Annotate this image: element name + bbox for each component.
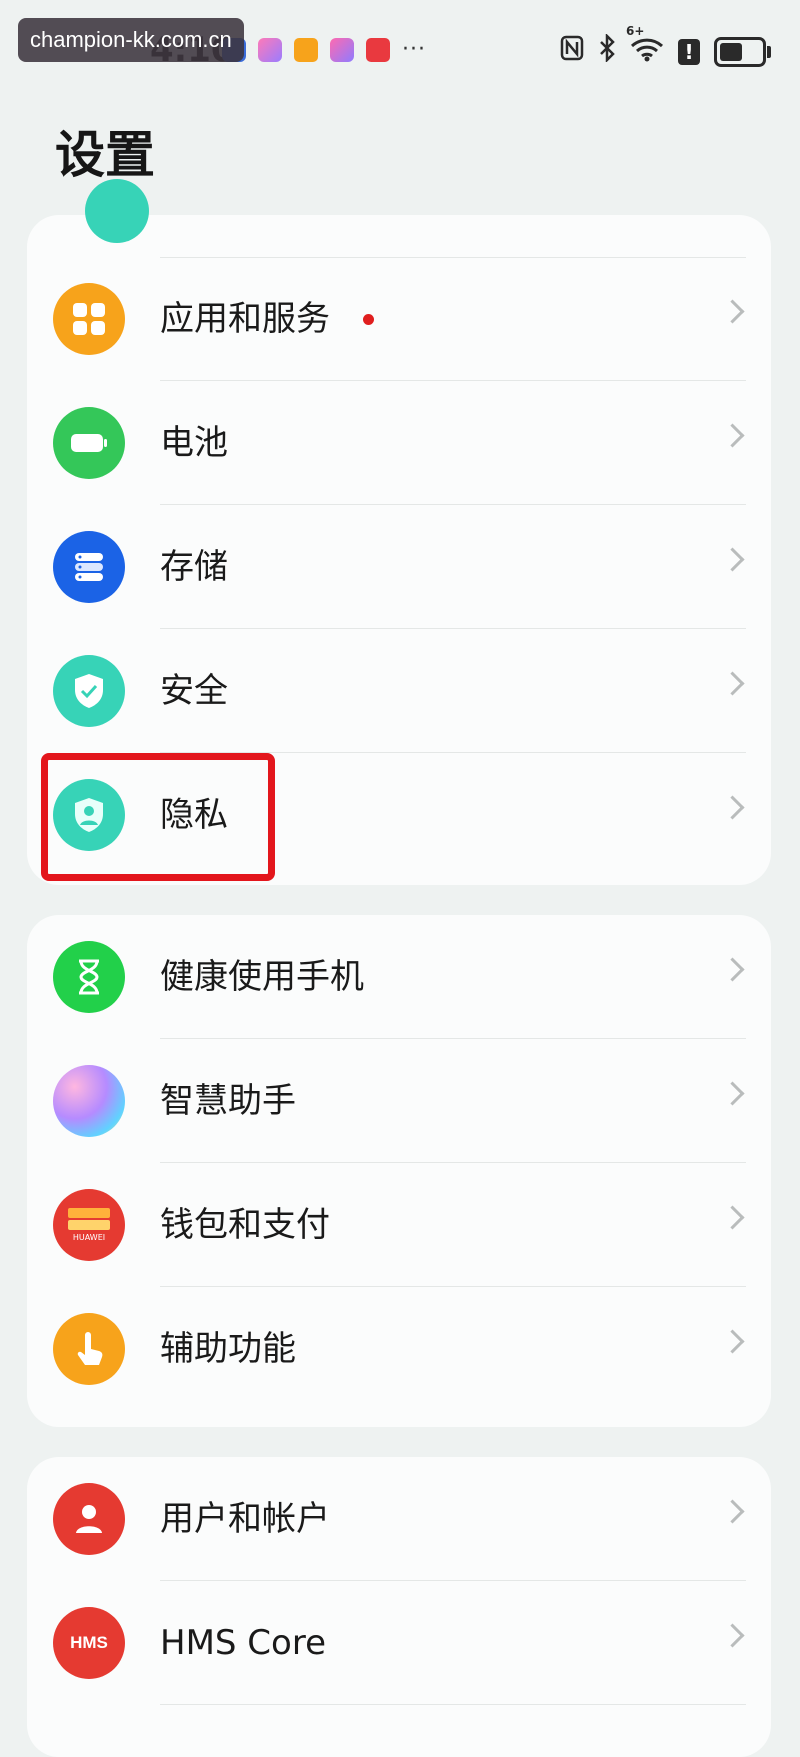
settings-item-apps-services[interactable]: 应用和服务 xyxy=(27,257,771,381)
hourglass-icon xyxy=(53,941,125,1013)
settings-item-wallet[interactable]: HUAWEI 钱包和支付 xyxy=(27,1163,771,1287)
chevron-right-icon xyxy=(720,795,745,820)
user-icon xyxy=(53,1483,125,1555)
storage-icon xyxy=(53,531,125,603)
settings-item-hms-core[interactable]: HMS HMS Core xyxy=(27,1581,771,1705)
hms-icon: HMS xyxy=(53,1607,125,1679)
notification-icons: ··· xyxy=(222,37,426,62)
notification-badge xyxy=(363,314,374,325)
chevron-right-icon xyxy=(720,1499,745,1524)
settings-item-digital-balance[interactable]: 健康使用手机 xyxy=(27,915,771,1039)
wifi-icon: 6+ xyxy=(626,24,664,69)
settings-item-battery[interactable]: 电池 xyxy=(27,381,771,505)
wifi-standard-label: 6+ xyxy=(626,24,645,38)
settings-card: 健康使用手机 智慧助手 HUAWEI 钱包和支付 辅助功能 xyxy=(27,915,771,1427)
nfc-icon xyxy=(560,35,584,68)
alert-icon: ! xyxy=(678,38,700,65)
battery-icon xyxy=(53,407,125,479)
settings-item-label: 应用和服务 xyxy=(160,299,330,339)
hand-touch-icon xyxy=(53,1313,125,1385)
settings-item-label: 钱包和支付 xyxy=(160,1205,330,1245)
settings-item-label: 健康使用手机 xyxy=(160,957,364,997)
settings-item-storage[interactable]: 存储 xyxy=(27,505,771,629)
partially-hidden-icon xyxy=(85,179,149,243)
settings-item-label: 智慧助手 xyxy=(160,1081,296,1121)
settings-item-users-accounts[interactable]: 用户和帐户 xyxy=(27,1457,771,1581)
more-notifications-indicator: ··· xyxy=(402,37,426,62)
battery-status-icon xyxy=(714,36,771,67)
page-title: 设置 xyxy=(55,126,155,184)
shield-check-icon xyxy=(53,655,125,727)
settings-item-label: 用户和帐户 xyxy=(160,1499,330,1539)
settings-item-label: 存储 xyxy=(160,547,228,587)
settings-item-accessibility[interactable]: 辅助功能 xyxy=(27,1287,771,1411)
settings-item-label: 安全 xyxy=(160,671,228,711)
chevron-right-icon xyxy=(720,1081,745,1106)
chevron-right-icon xyxy=(720,671,745,696)
notification-app-icon xyxy=(330,37,354,62)
settings-card: 用户和帐户 HMS HMS Core xyxy=(27,1457,771,1757)
bluetooth-icon xyxy=(598,32,616,69)
notification-app-icon xyxy=(366,37,390,62)
settings-item-label: 辅助功能 xyxy=(160,1329,296,1369)
chevron-right-icon xyxy=(720,299,745,324)
status-bar: 4:10 ··· 6+ ! champion-kk.com.cn xyxy=(0,0,800,100)
hms-icon-label: HMS xyxy=(70,1633,108,1652)
watermark: champion-kk.com.cn xyxy=(18,18,244,62)
notification-app-icon xyxy=(258,37,282,62)
chevron-right-icon xyxy=(720,1205,745,1230)
chevron-right-icon xyxy=(720,423,745,448)
settings-item-label: 电池 xyxy=(160,423,228,463)
chevron-right-icon xyxy=(720,1329,745,1354)
highlight-annotation xyxy=(41,753,275,881)
apps-icon xyxy=(53,283,125,355)
settings-item-smart-assistant[interactable]: 智慧助手 xyxy=(27,1039,771,1163)
wallet-brand-label: HUAWEI xyxy=(72,1233,106,1242)
notification-app-icon xyxy=(294,37,318,62)
settings-item-security[interactable]: 安全 xyxy=(27,629,771,753)
system-icons: 6+ ! xyxy=(560,24,771,69)
divider xyxy=(160,1704,746,1705)
chevron-right-icon xyxy=(720,547,745,572)
settings-item-label: HMS Core xyxy=(160,1623,326,1663)
wallet-icon: HUAWEI xyxy=(53,1189,125,1261)
chevron-right-icon xyxy=(720,1623,745,1648)
assistant-icon xyxy=(53,1065,125,1137)
chevron-right-icon xyxy=(720,957,745,982)
